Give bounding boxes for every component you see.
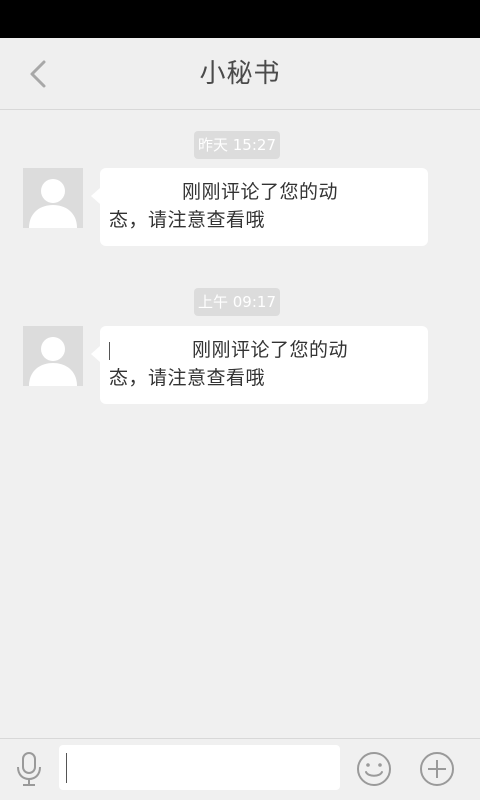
status-bar xyxy=(0,0,480,38)
message-bubble[interactable]: 刚刚评论了您的动 态，请注意查看哦 xyxy=(91,168,428,246)
message-input[interactable] xyxy=(59,745,340,790)
emoji-icon xyxy=(357,752,391,786)
header: 小秘书 xyxy=(0,38,480,110)
voice-button[interactable] xyxy=(12,749,46,789)
redacted-username xyxy=(109,341,192,360)
message-text-line2: 态，请注意查看哦 xyxy=(109,367,266,389)
emoji-button[interactable] xyxy=(355,750,393,788)
chat-area[interactable]: 昨天 15:27 刚刚评论了您的动 态，请注意查看哦 上午 09:17 刚刚评论… xyxy=(0,110,480,738)
avatar[interactable] xyxy=(23,326,83,386)
message-text-line1: 刚刚评论了您的动 xyxy=(182,181,339,203)
page-title: 小秘书 xyxy=(199,59,281,89)
avatar[interactable] xyxy=(23,168,83,228)
default-avatar-icon xyxy=(29,179,77,228)
microphone-icon xyxy=(17,752,41,786)
add-button[interactable] xyxy=(418,750,456,788)
message-timestamp: 上午 09:17 xyxy=(194,288,280,316)
input-bar xyxy=(0,738,480,800)
message-bubble[interactable]: 刚刚评论了您的动 态，请注意查看哦 xyxy=(91,326,428,404)
text-cursor xyxy=(66,753,67,783)
plus-icon xyxy=(420,752,454,786)
default-avatar-icon xyxy=(29,337,77,386)
message-timestamp: 昨天 15:27 xyxy=(194,131,280,159)
message-text-line1: 刚刚评论了您的动 xyxy=(192,339,349,361)
message-text-line2: 态，请注意查看哦 xyxy=(109,209,266,231)
